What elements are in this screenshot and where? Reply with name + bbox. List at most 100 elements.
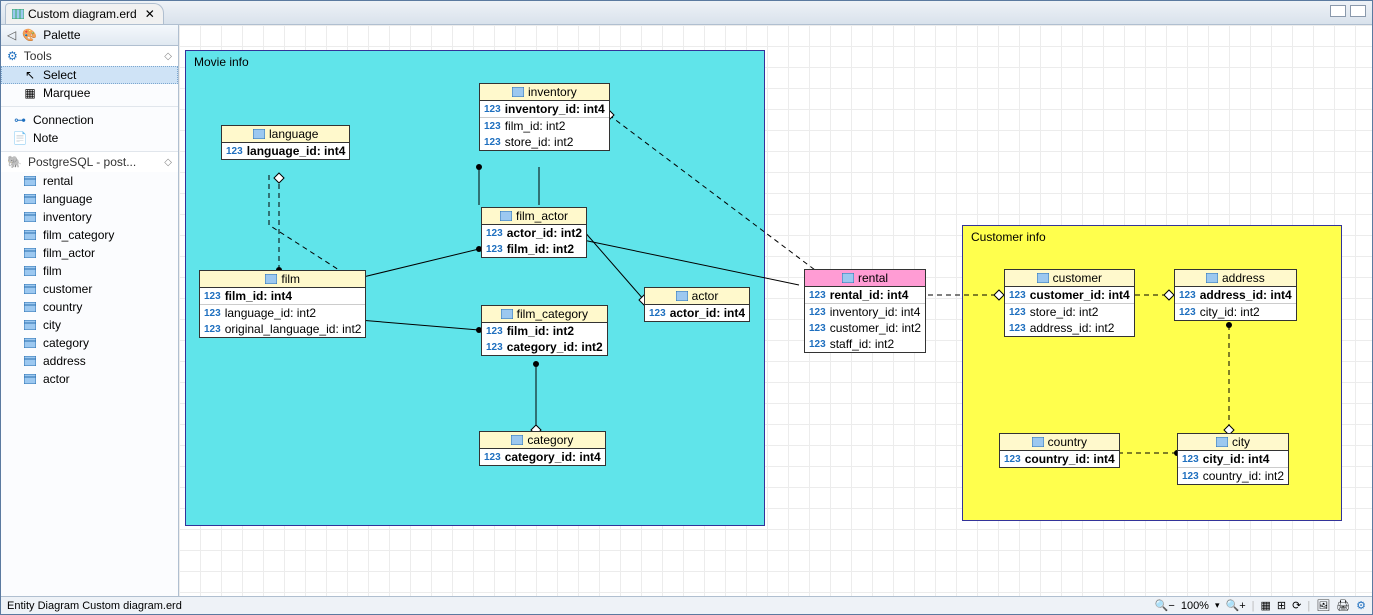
table-icon: [265, 274, 277, 284]
sidebar-table-city[interactable]: city: [1, 316, 178, 334]
pin-icon[interactable]: ◇: [164, 51, 172, 62]
table-icon: [512, 87, 524, 97]
table-icon: [23, 356, 37, 366]
tool-select[interactable]: ↖Select: [1, 66, 178, 84]
tool-connection[interactable]: ⊶Connection: [1, 111, 178, 129]
num-icon: 123: [1182, 454, 1199, 465]
cursor-icon: ↖: [23, 68, 37, 82]
table-icon: [23, 338, 37, 348]
sep: |: [1252, 600, 1255, 612]
palette-title: Palette: [43, 28, 80, 42]
marquee-icon: ▦: [23, 86, 37, 100]
db-header[interactable]: 🐘 PostgreSQL - post... ◇: [1, 152, 178, 172]
status-bar: Entity Diagram Custom diagram.erd 🔍− 100…: [1, 596, 1372, 614]
table-icon: [23, 248, 37, 258]
export-icon[interactable]: 🖼: [1316, 599, 1330, 612]
zoom-in-icon[interactable]: 🔍+: [1226, 599, 1246, 612]
back-icon[interactable]: ◁: [7, 28, 16, 42]
entity-address[interactable]: address 123address_id: int4 123city_id: …: [1174, 269, 1297, 321]
sidebar-table-customer[interactable]: customer: [1, 280, 178, 298]
dropdown-icon[interactable]: ▾: [1215, 600, 1220, 611]
num-icon: 123: [204, 291, 221, 302]
entity-category[interactable]: category 123category_id: int4: [479, 431, 606, 466]
tool-marquee[interactable]: ▦Marquee: [1, 84, 178, 102]
close-icon[interactable]: ✕: [145, 7, 155, 21]
sidebar-table-film[interactable]: film: [1, 262, 178, 280]
sidebar-table-country[interactable]: country: [1, 298, 178, 316]
sidebar-table-language[interactable]: language: [1, 190, 178, 208]
zoom-out-icon[interactable]: 🔍−: [1155, 599, 1175, 612]
entity-film-category[interactable]: film_category 123film_id: int2 123catego…: [481, 305, 608, 356]
table-icon: [23, 230, 37, 240]
note-icon: 📄: [13, 131, 27, 145]
table-icon: [23, 266, 37, 276]
table-icon: [23, 212, 37, 222]
region-label: Movie info: [194, 55, 249, 69]
palette-panel: ◁ 🎨 Palette ⚙ Tools ◇ ↖Select ▦Marquee ⊶…: [1, 25, 179, 596]
tools-title: Tools: [24, 49, 52, 63]
entity-customer[interactable]: customer 123customer_id: int4 123store_i…: [1004, 269, 1135, 337]
layout-icon[interactable]: ⊞: [1277, 599, 1286, 612]
num-icon: 123: [486, 326, 503, 337]
erd-icon: [12, 9, 24, 19]
window-buttons: [1330, 5, 1366, 17]
num-icon: 123: [809, 323, 826, 334]
tool-note[interactable]: 📄Note: [1, 129, 178, 147]
diagram-canvas[interactable]: Movie info Customer info: [179, 25, 1372, 596]
connection-icon: ⊶: [13, 113, 27, 127]
sidebar-table-address[interactable]: address: [1, 352, 178, 370]
num-icon: 123: [204, 308, 221, 319]
entity-film[interactable]: film 123film_id: int4 123language_id: in…: [199, 270, 366, 338]
entity-language[interactable]: language 123language_id: int4: [221, 125, 350, 160]
entity-city[interactable]: city 123city_id: int4 123country_id: int…: [1177, 433, 1289, 485]
table-icon: [1032, 437, 1044, 447]
num-icon: 123: [204, 324, 221, 335]
entity-country[interactable]: country 123country_id: int4: [999, 433, 1120, 468]
table-icon: [253, 129, 265, 139]
settings-icon[interactable]: ⚙: [1356, 599, 1366, 612]
entity-actor[interactable]: actor 123actor_id: int4: [644, 287, 750, 322]
num-icon: 123: [484, 104, 501, 115]
sidebar-table-film_actor[interactable]: film_actor: [1, 244, 178, 262]
grid-icon[interactable]: ▦: [1260, 599, 1270, 612]
table-icon: [23, 374, 37, 384]
num-icon: 123: [649, 308, 666, 319]
palette-header: ◁ 🎨 Palette: [1, 25, 178, 46]
gear-icon: ⚙: [7, 49, 18, 63]
sidebar-table-rental[interactable]: rental: [1, 172, 178, 190]
main: ◁ 🎨 Palette ⚙ Tools ◇ ↖Select ▦Marquee ⊶…: [1, 25, 1372, 596]
tools-header[interactable]: ⚙ Tools ◇: [1, 46, 178, 66]
table-icon: [676, 291, 688, 301]
sidebar-table-category[interactable]: category: [1, 334, 178, 352]
print-icon[interactable]: 🖨: [1336, 599, 1350, 612]
num-icon: 123: [486, 342, 503, 353]
zoom-level[interactable]: 100%: [1181, 600, 1209, 612]
entity-rental[interactable]: rental 123rental_id: int4 123inventory_i…: [804, 269, 926, 353]
pin-icon[interactable]: ◇: [164, 157, 172, 168]
num-icon: 123: [484, 121, 501, 132]
palette-icon: 🎨: [22, 28, 37, 42]
num-icon: 123: [1009, 307, 1026, 318]
table-icon: [511, 435, 523, 445]
table-icon: [23, 194, 37, 204]
table-icon: [500, 211, 512, 221]
sidebar-table-inventory[interactable]: inventory: [1, 208, 178, 226]
num-icon: 123: [809, 339, 826, 350]
refresh-icon[interactable]: ⟳: [1292, 599, 1301, 612]
entity-inventory[interactable]: inventory 123inventory_id: int4 123film_…: [479, 83, 610, 151]
table-icon: [23, 284, 37, 294]
db-section: 🐘 PostgreSQL - post... ◇ rentallanguagei…: [1, 152, 178, 392]
minimize-button[interactable]: [1330, 5, 1346, 17]
table-list: rentallanguageinventoryfilm_categoryfilm…: [1, 172, 178, 392]
table-icon: [1216, 437, 1228, 447]
region-label: Customer info: [971, 230, 1046, 244]
num-icon: 123: [1009, 290, 1026, 301]
sidebar-table-actor[interactable]: actor: [1, 370, 178, 388]
num-icon: 123: [226, 146, 243, 157]
sidebar-table-film_category[interactable]: film_category: [1, 226, 178, 244]
tab-title: Custom diagram.erd: [28, 7, 137, 21]
num-icon: 123: [1179, 290, 1196, 301]
entity-film-actor[interactable]: film_actor 123actor_id: int2 123film_id:…: [481, 207, 587, 258]
maximize-button[interactable]: [1350, 5, 1366, 17]
editor-tab[interactable]: Custom diagram.erd ✕: [5, 3, 164, 24]
